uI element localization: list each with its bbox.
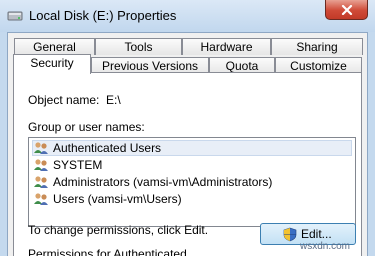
security-tab-panel: Object name: E:\ Group or user names: Au… <box>13 72 362 256</box>
group-user-listbox[interactable]: Authenticated Users SYSTEM Administrator… <box>28 137 356 227</box>
list-item-users[interactable]: Users (vamsi-vm\Users) <box>33 191 182 207</box>
object-name-value: E:\ <box>106 93 121 107</box>
object-name-label: Object name: <box>28 93 100 107</box>
drive-icon <box>7 11 23 21</box>
properties-window: Local Disk (E:) Properties General Tools… <box>0 0 375 256</box>
watermark: wsxdn.com <box>300 241 351 252</box>
close-icon <box>341 4 352 15</box>
users-group-icon <box>34 176 48 188</box>
permissions-for-label: Permissions for Authenticated <box>28 247 187 256</box>
list-item-label: Users (vamsi-vm\Users) <box>53 192 182 206</box>
tab-sharing[interactable]: Sharing <box>271 38 363 55</box>
users-group-icon <box>34 193 48 205</box>
uac-shield-icon <box>283 227 297 242</box>
tab-general[interactable]: General <box>14 38 95 55</box>
list-item-authenticated-users[interactable]: Authenticated Users <box>32 140 352 156</box>
tab-hardware[interactable]: Hardware <box>182 38 271 55</box>
list-item-label: Administrators (vamsi-vm\Administrators) <box>53 175 273 189</box>
title-bar[interactable]: Local Disk (E:) Properties <box>0 0 375 32</box>
close-button[interactable] <box>325 0 368 20</box>
window-title: Local Disk (E:) Properties <box>29 8 177 23</box>
list-item-label: SYSTEM <box>53 158 103 172</box>
users-group-icon <box>34 142 48 154</box>
list-item-administrators[interactable]: Administrators (vamsi-vm\Administrators) <box>33 174 272 190</box>
tab-security[interactable]: Security <box>13 54 91 74</box>
users-group-icon <box>34 159 48 171</box>
change-permissions-hint: To change permissions, click Edit. <box>28 223 209 237</box>
tab-tools[interactable]: Tools <box>95 38 182 55</box>
list-item-system[interactable]: SYSTEM <box>33 157 102 173</box>
groups-label: Group or user names: <box>28 120 145 134</box>
edit-button-label: Edit... <box>301 227 332 241</box>
list-item-label: Authenticated Users <box>53 141 162 155</box>
